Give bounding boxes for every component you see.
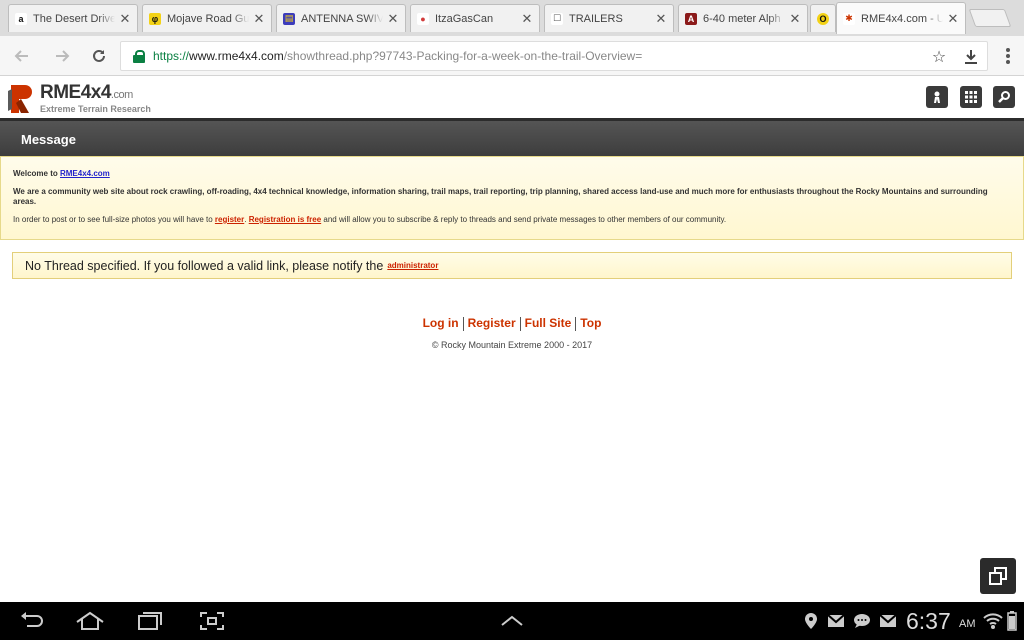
star-icon[interactable]: ☆ xyxy=(929,47,949,67)
system-nav-bar: 6:37 AM xyxy=(0,602,1024,640)
reload-icon[interactable] xyxy=(87,44,111,68)
register-footer-link[interactable]: Register xyxy=(464,316,520,330)
error-message: No Thread specified. If you followed a v… xyxy=(12,252,1012,279)
tab-4[interactable]: ☐ TRAILERS ✕ xyxy=(544,4,674,32)
url-scheme: https:// xyxy=(153,49,190,63)
tab-title: Mojave Road Gu xyxy=(167,12,249,25)
clock-time: 6:37 xyxy=(906,608,951,634)
logo-tagline: Extreme Terrain Research xyxy=(40,104,151,114)
message-header: Message xyxy=(0,118,1024,156)
tab-title: ItzaGasCan xyxy=(435,12,494,25)
url-path: /showthread.php?97743-Packing-for-a-week… xyxy=(283,49,643,63)
footer-links: Log in Register Full Site Top xyxy=(0,316,1024,331)
screenshot-nav-icon[interactable] xyxy=(198,610,226,632)
wifi-icon xyxy=(982,610,1004,632)
close-tab-icon[interactable]: ✕ xyxy=(655,11,667,27)
gascan-favicon-icon: ● xyxy=(417,12,429,25)
tab-title: The Desert Drive xyxy=(33,12,115,25)
recents-nav-icon[interactable] xyxy=(136,610,164,632)
new-tab-button[interactable] xyxy=(968,9,1012,27)
chat-notification-icon xyxy=(852,610,872,632)
login-link[interactable]: Log in xyxy=(419,316,463,330)
administrator-link[interactable]: administrator xyxy=(387,261,438,270)
close-tab-icon[interactable]: ✕ xyxy=(119,11,131,27)
grid-menu-icon[interactable] xyxy=(960,86,982,108)
message-title: Message xyxy=(21,132,76,147)
location-notification-icon xyxy=(802,610,820,632)
close-tab-icon[interactable]: ✕ xyxy=(521,11,533,27)
back-nav-icon[interactable] xyxy=(18,610,46,632)
welcome-line: Welcome to RME4x4.com xyxy=(13,169,1003,179)
site-home-link[interactable]: RME4x4.com xyxy=(60,169,110,178)
battery-icon xyxy=(1006,610,1018,632)
tab-2[interactable]: ▤ ANTENNA SWIV ✕ xyxy=(276,4,406,32)
search-icon[interactable] xyxy=(993,86,1015,108)
register-link[interactable]: register xyxy=(215,215,244,224)
mojave-favicon-icon: φ xyxy=(149,12,161,25)
close-tab-icon[interactable]: ✕ xyxy=(789,11,801,27)
chevron-up-icon[interactable] xyxy=(498,610,526,632)
tab-1[interactable]: φ Mojave Road Gu ✕ xyxy=(142,4,272,32)
lock-icon xyxy=(133,50,145,63)
user-login-icon[interactable] xyxy=(926,86,948,108)
tab-title: ANTENNA SWIV xyxy=(301,12,383,25)
tab-title: TRAILERS xyxy=(569,12,623,25)
registration-free-link[interactable]: Registration is free xyxy=(249,215,321,224)
close-tab-icon[interactable]: ✕ xyxy=(253,11,265,27)
register-line: In order to post or to see full-size pho… xyxy=(13,215,1003,225)
rme-logo-icon[interactable] xyxy=(6,83,34,115)
logo-name: RME4x4 xyxy=(40,82,111,103)
clock-ampm: AM xyxy=(959,618,976,630)
forward-arrow-icon[interactable] xyxy=(50,44,74,68)
circle-favicon-icon: O xyxy=(817,12,829,25)
browser-toolbar: https:// www.rme4x4.com /showthread.php?… xyxy=(0,36,1024,76)
close-tab-icon[interactable]: ✕ xyxy=(947,11,959,27)
welcome-notice: Welcome to RME4x4.com We are a community… xyxy=(0,156,1024,240)
back-arrow-icon[interactable] xyxy=(10,44,34,68)
home-nav-icon[interactable] xyxy=(74,610,106,632)
close-tab-icon[interactable]: ✕ xyxy=(387,11,399,27)
welcome-prefix: Welcome to xyxy=(13,169,60,178)
amazon-favicon-icon: a xyxy=(15,12,27,25)
register-prefix: In order to post or to see full-size pho… xyxy=(13,215,215,224)
copyright: © Rocky Mountain Extreme 2000 - 2017 xyxy=(431,340,593,350)
document-favicon-icon: ☐ xyxy=(551,12,563,25)
tab-switcher-icon xyxy=(989,567,1007,585)
email-notification-icon xyxy=(878,610,898,632)
error-text: No Thread specified. If you followed a v… xyxy=(25,258,384,273)
antenna-favicon-icon: ▤ xyxy=(283,12,295,25)
register-suffix: and will allow you to subscribe & reply … xyxy=(321,215,727,224)
tab-title: RME4x4.com - U xyxy=(861,12,943,25)
logo-tld: .com xyxy=(110,89,133,101)
tab-0[interactable]: a The Desert Drive ✕ xyxy=(8,4,138,32)
full-site-link[interactable]: Full Site xyxy=(521,316,576,330)
tab-5[interactable]: A 6-40 meter Alph ✕ xyxy=(678,4,808,32)
tab-6[interactable]: O xyxy=(810,4,836,32)
tab-7-active[interactable]: ✱ RME4x4.com - U ✕ xyxy=(836,2,966,34)
logo-wordmark[interactable]: RME4x4.com xyxy=(40,82,133,104)
gmail-notification-icon xyxy=(826,610,846,632)
download-icon[interactable] xyxy=(961,47,981,67)
tab-title: 6-40 meter Alph xyxy=(703,12,781,25)
alpha-favicon-icon: A xyxy=(685,12,697,25)
about-text: We are a community web site about rock c… xyxy=(13,187,988,206)
site-header: RME4x4.com Extreme Terrain Research xyxy=(0,77,1024,118)
tab-switcher-button[interactable] xyxy=(980,558,1016,594)
top-link[interactable]: Top xyxy=(576,316,605,330)
rme-favicon-icon: ✱ xyxy=(843,12,855,25)
tab-strip: a The Desert Drive ✕ φ Mojave Road Gu ✕ … xyxy=(0,0,1024,36)
overflow-menu-icon[interactable] xyxy=(998,46,1018,66)
tab-3[interactable]: ● ItzaGasCan ✕ xyxy=(410,4,540,32)
address-bar[interactable]: https:// www.rme4x4.com /showthread.php?… xyxy=(120,41,988,71)
url-host: www.rme4x4.com xyxy=(189,49,284,63)
